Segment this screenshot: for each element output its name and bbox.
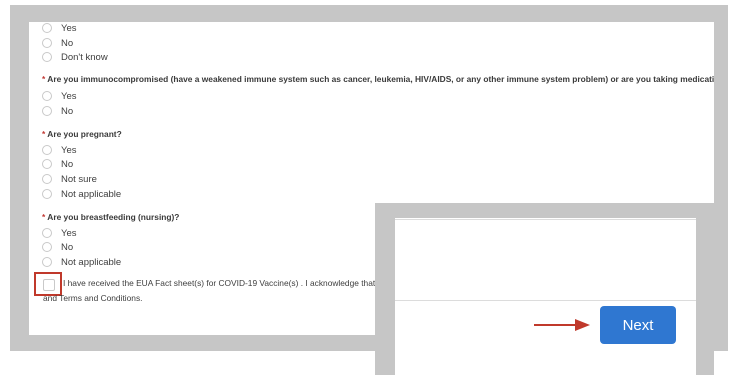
next-button[interactable]: Next — [600, 306, 676, 344]
question-text: Are you immunocompromised (have a weaken… — [47, 74, 714, 84]
radio-icon[interactable] — [42, 189, 52, 199]
question-pregnant: * Are you pregnant? — [42, 129, 122, 139]
q2-option-not-sure[interactable]: Not sure — [42, 172, 97, 186]
q2-option-not-applicable[interactable]: Not applicable — [42, 187, 121, 201]
question-breastfeeding: * Are you breastfeeding (nursing)? — [42, 212, 179, 222]
option-label: Don't know — [61, 51, 108, 63]
consent-text-continued: and Terms and Conditions. — [43, 293, 143, 303]
radio-icon[interactable] — [42, 38, 52, 48]
radio-icon[interactable] — [42, 257, 52, 267]
q3-option-not-applicable[interactable]: Not applicable — [42, 255, 121, 269]
required-mark: * — [42, 129, 46, 139]
divider — [395, 219, 696, 220]
q2-option-no[interactable]: No — [42, 157, 73, 171]
radio-icon[interactable] — [42, 145, 52, 155]
q0-option-dont-know[interactable]: Don't know — [42, 50, 108, 64]
q1-option-yes[interactable]: Yes — [42, 89, 77, 103]
arrow-right-icon — [534, 319, 590, 331]
required-mark: * — [42, 74, 46, 84]
q0-option-no[interactable]: No — [42, 36, 73, 50]
q3-option-yes[interactable]: Yes — [42, 226, 77, 240]
radio-icon[interactable] — [42, 23, 52, 33]
option-label: No — [61, 241, 74, 253]
radio-icon[interactable] — [42, 159, 52, 169]
radio-icon[interactable] — [42, 106, 52, 116]
radio-icon[interactable] — [42, 242, 52, 252]
option-label: Not applicable — [61, 188, 122, 200]
zoom-inset-card — [395, 218, 696, 375]
radio-icon[interactable] — [42, 228, 52, 238]
radio-icon[interactable] — [42, 91, 52, 101]
radio-icon[interactable] — [42, 52, 52, 62]
option-label: Yes — [61, 144, 77, 156]
consent-checkbox[interactable] — [43, 279, 55, 291]
q2-option-yes[interactable]: Yes — [42, 143, 77, 157]
option-label: No — [61, 105, 74, 117]
q3-option-no[interactable]: No — [42, 240, 73, 254]
option-label: Not sure — [61, 173, 97, 185]
option-label: Yes — [61, 22, 77, 34]
option-label: No — [61, 158, 74, 170]
option-label: Yes — [61, 227, 77, 239]
q0-option-yes[interactable]: Yes — [42, 22, 77, 35]
option-label: Not applicable — [61, 256, 122, 268]
radio-icon[interactable] — [42, 174, 52, 184]
q1-option-no[interactable]: No — [42, 104, 73, 118]
divider — [395, 300, 696, 301]
required-mark: * — [42, 212, 46, 222]
consent-text: I have received the EUA Fact sheet(s) fo… — [63, 278, 401, 288]
option-label: No — [61, 37, 74, 49]
question-text: Are you pregnant? — [47, 129, 122, 139]
question-text: Are you breastfeeding (nursing)? — [47, 212, 180, 222]
question-immunocompromised: * Are you immunocompromised (have a weake… — [42, 74, 714, 84]
option-label: Yes — [61, 90, 77, 102]
